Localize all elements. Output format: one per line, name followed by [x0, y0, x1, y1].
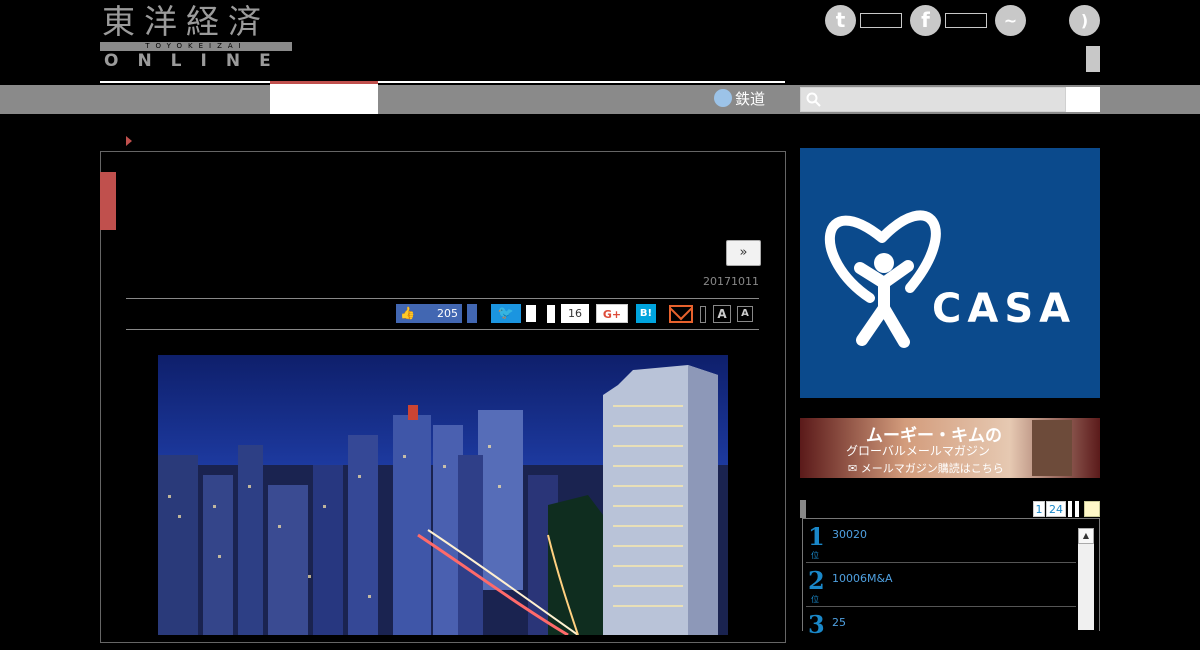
nav-item-rail-label: 鉄道: [735, 90, 766, 108]
google-plus-button[interactable]: G+: [596, 304, 628, 323]
rank-number: 2: [808, 566, 825, 595]
article-hero-image: [158, 355, 728, 635]
category-marker: [100, 172, 116, 230]
font-size-small-button[interactable]: A: [737, 306, 753, 322]
nav-tab-active[interactable]: [270, 84, 378, 114]
city-skyline-illustration: [158, 365, 728, 635]
like-count: 205: [437, 307, 458, 320]
tweet-count: 16: [561, 304, 589, 323]
twitter-count-box: [860, 13, 902, 28]
nav-top-line: [100, 81, 785, 83]
ranking-tab-5[interactable]: [1084, 501, 1100, 517]
search-button[interactable]: [1066, 87, 1100, 112]
facebook-icon[interactable]: f: [910, 5, 941, 36]
site-logo-online[interactable]: ONLINE: [104, 51, 290, 71]
next-page-button[interactable]: »: [726, 240, 761, 266]
rss-icon[interactable]: ): [1069, 5, 1100, 36]
share-divider-top: [126, 298, 759, 299]
rank-suffix: 位: [811, 551, 819, 560]
font-size-large-button[interactable]: A: [713, 305, 731, 323]
ranking-header-marker: [800, 500, 806, 518]
twitter-icon[interactable]: t: [825, 5, 856, 36]
share-tab-left: [547, 305, 555, 323]
site-logo-subtitle: TOYOKEIZAI: [100, 42, 292, 51]
tweet-count-tab: [526, 305, 536, 322]
share-divider-small: [700, 306, 706, 323]
header-side-button[interactable]: [1086, 46, 1100, 72]
rank-number: 3: [808, 610, 825, 639]
ranking-tab-1[interactable]: 1: [1033, 501, 1045, 517]
rank-title: 25: [832, 616, 846, 629]
scroll-up-arrow-icon[interactable]: ▲: [1078, 528, 1094, 544]
facebook-like-button[interactable]: 👍 205: [396, 304, 462, 323]
breadcrumb-arrow-icon: [126, 136, 132, 146]
nav-item-rail[interactable]: 鉄道: [714, 87, 765, 111]
ranking-tab-4[interactable]: [1075, 501, 1079, 517]
banner-cta: ✉ メールマガジン購読はこちら: [848, 462, 1004, 475]
facebook-count-box: [945, 13, 987, 28]
twitter-bird-icon: 🐦: [497, 306, 515, 321]
casa-logo-icon: [824, 210, 941, 348]
site-logo-kanji[interactable]: 東洋経済: [102, 2, 270, 42]
ranking-item[interactable]: 1 位 30020: [806, 518, 1076, 563]
nav-tab-active-indicator: [270, 81, 378, 84]
search-icon: [806, 92, 821, 107]
article-date: 20171011: [703, 275, 759, 288]
hatena-bookmark-button[interactable]: B!: [636, 304, 656, 323]
casa-ad-label: CASA: [932, 286, 1077, 332]
rank-title: 10006M&A: [832, 572, 893, 585]
ranking-tab-3[interactable]: [1068, 501, 1072, 517]
rank-number: 1: [808, 522, 825, 551]
banner-portrait: [1032, 420, 1072, 476]
tweet-button[interactable]: 🐦: [491, 304, 521, 323]
casa-advertisement[interactable]: [800, 148, 1100, 398]
facebook-share-button[interactable]: [467, 304, 477, 323]
rank-suffix: 位: [811, 595, 819, 604]
banner-subtitle: グローバルメールマガジン: [846, 444, 990, 458]
search-input[interactable]: [800, 87, 1066, 112]
ranking-item[interactable]: 2 位 10006M&A: [806, 562, 1076, 607]
thumbs-up-icon: 👍: [400, 306, 415, 320]
train-icon: [714, 89, 732, 107]
ranking-item[interactable]: 3 25: [806, 606, 1076, 650]
messenger-icon[interactable]: ~: [995, 5, 1026, 36]
mail-icon[interactable]: [669, 305, 693, 323]
rank-title: 30020: [832, 528, 867, 541]
share-divider-bottom: [126, 329, 759, 330]
ranking-tab-24[interactable]: 24: [1046, 501, 1066, 517]
